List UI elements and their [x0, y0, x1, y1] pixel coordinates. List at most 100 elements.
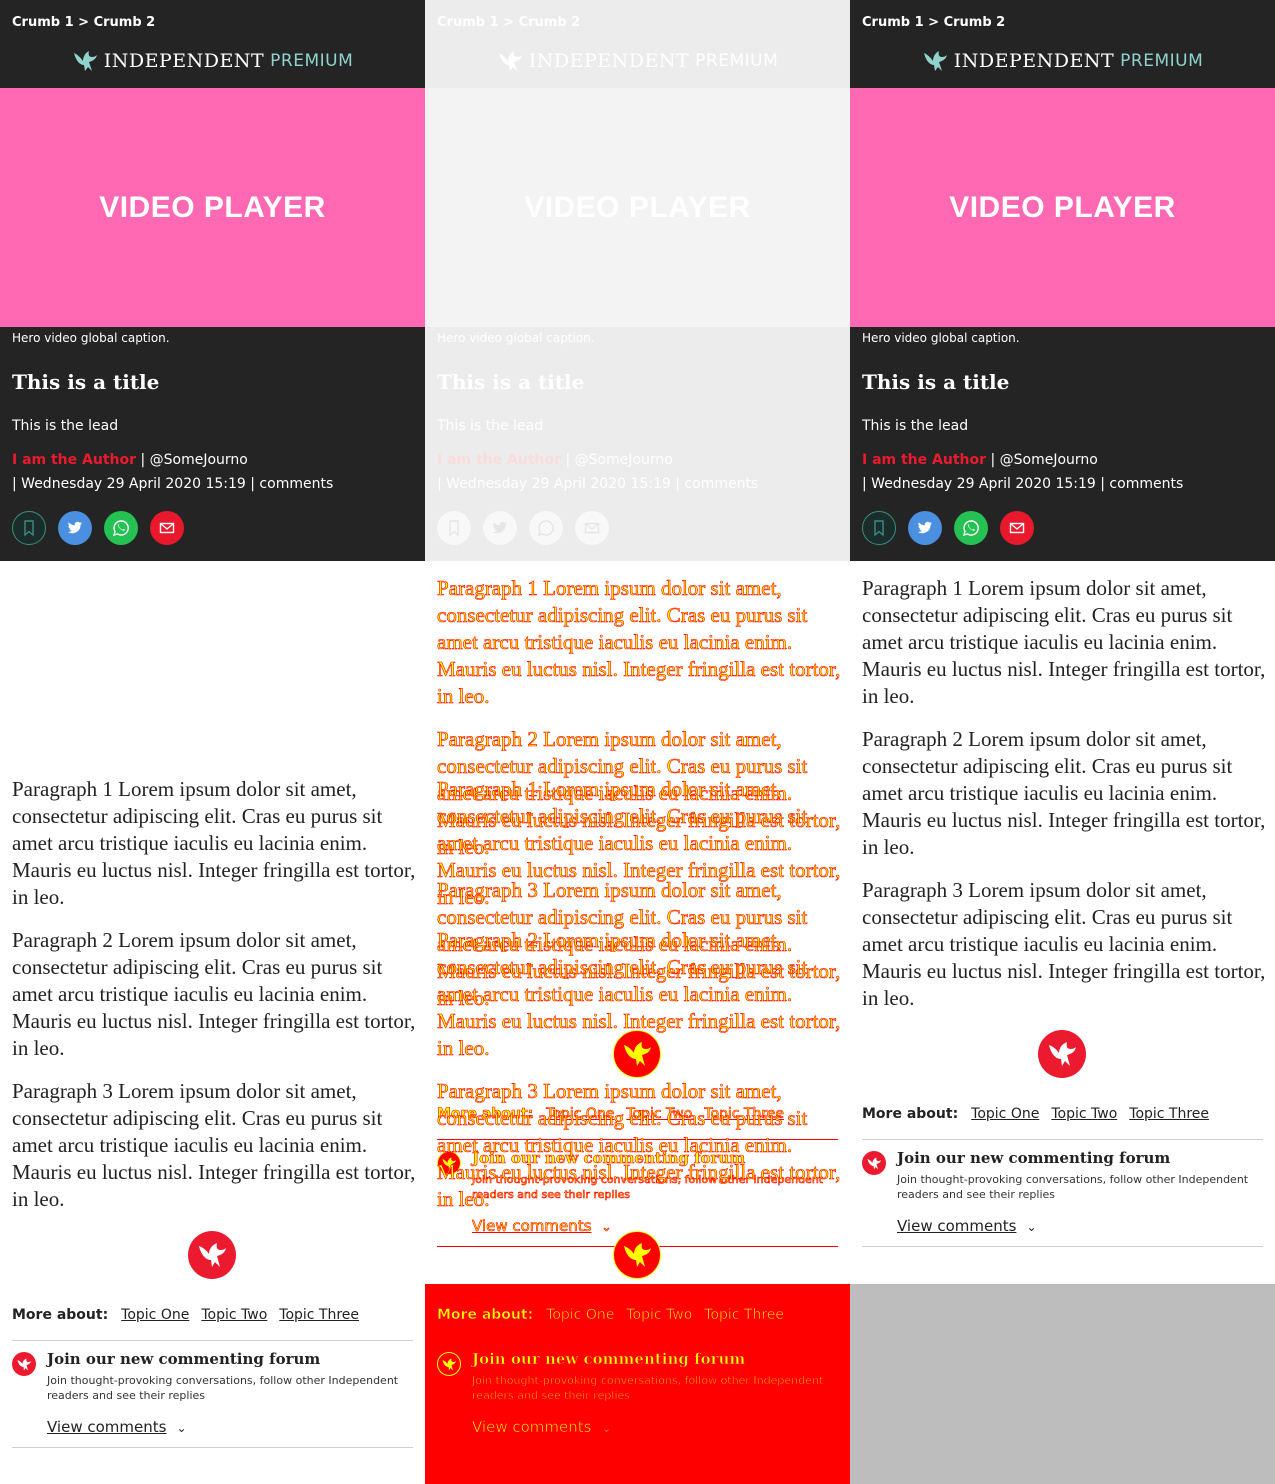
view-comments-button[interactable]: View comments ⌄: [472, 1217, 612, 1236]
video-player-label: VIDEO PLAYER: [524, 190, 751, 224]
view-comments-label: View comments: [472, 1418, 592, 1437]
topic-link-two[interactable]: Topic Two: [626, 1307, 693, 1324]
byline: I am the Author | @SomeJourno: [12, 452, 248, 468]
topic-link-three[interactable]: Topic Three: [279, 1307, 359, 1323]
forum-description: Join thought-provoking conversations, fo…: [897, 1173, 1249, 1201]
whatsapp-icon: [962, 520, 979, 537]
author-handle[interactable]: @SomeJourno: [150, 452, 248, 468]
more-about-label: More about:: [12, 1307, 109, 1323]
video-caption: Hero video global caption.: [862, 331, 1020, 345]
article-paragraph-1: Paragraph 1 Lorem ipsum dolor sit amet, …: [12, 777, 416, 909]
byline-separator: |: [561, 452, 575, 468]
chevron-down-icon: ⌄: [176, 1421, 187, 1435]
video-player[interactable]: VIDEO PLAYER: [425, 88, 850, 327]
author-link[interactable]: I am the Author: [862, 452, 986, 468]
author-link[interactable]: I am the Author: [437, 452, 561, 468]
share-whatsapp-button[interactable]: [529, 511, 563, 545]
article-lead: This is the lead: [862, 418, 969, 434]
article-lead: This is the lead: [437, 418, 544, 434]
view-comments-button[interactable]: View comments ⌄: [472, 1418, 612, 1437]
logo-wordmark: INDEPENDENT: [103, 50, 265, 72]
article-paragraph-3: Paragraph 3 Lorem ipsum dolor sit amet, …: [12, 1079, 416, 1211]
whatsapp-icon: [112, 520, 129, 537]
topic-link-one[interactable]: Topic One: [546, 1307, 615, 1324]
eagle-emblem-icon: [613, 1231, 661, 1279]
bookmark-icon: [874, 520, 884, 537]
article-header: Crumb 1 > Crumb 2 INDEPENDENT PREMIUM VI…: [850, 0, 1275, 561]
author-link[interactable]: I am the Author: [12, 452, 136, 468]
bookmark-button[interactable]: [437, 511, 471, 545]
article-paragraph-2: Paragraph 2 Lorem ipsum dolor sit amet, …: [12, 928, 416, 1060]
breadcrumb[interactable]: Crumb 1 > Crumb 2: [862, 15, 1005, 30]
author-handle[interactable]: @SomeJourno: [575, 452, 673, 468]
view-comments-button[interactable]: View comments ⌄: [47, 1418, 187, 1436]
share-whatsapp-button[interactable]: [104, 511, 138, 545]
bookmark-icon: [24, 520, 34, 537]
video-player[interactable]: VIDEO PLAYER: [850, 88, 1275, 327]
topic-link-three[interactable]: Topic Three: [1129, 1106, 1209, 1122]
eagle-icon: [498, 51, 522, 71]
twitter-icon: [67, 521, 82, 534]
forum-title: Join our new commenting forum: [897, 1149, 1171, 1167]
article-date-line: | Wednesday 29 April 2020 15:19 | commen…: [12, 476, 334, 492]
share-twitter-button[interactable]: [483, 511, 517, 545]
topic-link-one[interactable]: Topic One: [121, 1307, 189, 1323]
bookmark-button[interactable]: [12, 511, 46, 545]
more-about: More about: Topic One Topic Two Topic Th…: [862, 1106, 1209, 1122]
share-twitter-button[interactable]: [908, 511, 942, 545]
author-handle[interactable]: @SomeJourno: [1000, 452, 1098, 468]
view-comments-button[interactable]: View comments ⌄: [897, 1217, 1037, 1235]
site-logo[interactable]: INDEPENDENT PREMIUM: [850, 46, 1275, 76]
article-paragraph-1: Paragraph 1 Lorem ipsum dolor sit amet, …: [862, 576, 1266, 708]
eagle-icon: [73, 51, 97, 71]
share-email-button[interactable]: [150, 511, 184, 545]
byline: I am the Author | @SomeJourno: [437, 452, 673, 468]
email-icon: [1009, 522, 1025, 534]
video-player[interactable]: VIDEO PLAYER: [0, 88, 425, 327]
view-comments-label: View comments: [472, 1217, 592, 1236]
topic-link-one[interactable]: Topic One: [971, 1106, 1039, 1122]
video-player-label: VIDEO PLAYER: [99, 190, 326, 224]
article-header: Crumb 1 > Crumb 2 INDEPENDENT PREMIUM VI…: [425, 0, 850, 561]
twitter-icon: [917, 521, 932, 534]
topic-link-three[interactable]: Topic Three: [704, 1307, 784, 1324]
share-email-button[interactable]: [1000, 511, 1034, 545]
whatsapp-icon: [537, 520, 554, 537]
eagle-icon: [923, 51, 947, 71]
forum-divider-top: [12, 1340, 413, 1341]
video-player-label: VIDEO PLAYER: [949, 190, 1176, 224]
site-logo[interactable]: INDEPENDENT PREMIUM: [0, 46, 425, 76]
forum-title: Join our new commenting forum: [47, 1350, 321, 1368]
more-about-label: More about:: [437, 1307, 534, 1324]
topic-link-two[interactable]: Topic Two: [201, 1307, 267, 1323]
article-title: This is a title: [437, 370, 585, 394]
article-title: This is a title: [862, 370, 1010, 394]
byline: I am the Author | @SomeJourno: [862, 452, 1098, 468]
share-whatsapp-button[interactable]: [954, 511, 988, 545]
share-twitter-button[interactable]: [58, 511, 92, 545]
forum-description: Join thought-provoking conversations, fo…: [47, 1374, 399, 1402]
article-column-1: Crumb 1 > Crumb 2 INDEPENDENT PREMIUM VI…: [0, 0, 425, 1484]
byline-separator: |: [986, 452, 1000, 468]
article-date-line: | Wednesday 29 April 2020 15:19 | commen…: [437, 476, 759, 492]
email-icon: [159, 522, 175, 534]
chevron-down-icon: ⌄: [601, 1421, 612, 1436]
share-bar: [12, 511, 184, 545]
video-caption: Hero video global caption.: [437, 331, 595, 345]
article-header: Crumb 1 > Crumb 2 INDEPENDENT PREMIUM VI…: [0, 0, 425, 561]
forum-divider-bottom: [862, 1246, 1263, 1247]
logo-wordmark: INDEPENDENT: [953, 50, 1115, 72]
breadcrumb[interactable]: Crumb 1 > Crumb 2: [12, 15, 155, 30]
bookmark-icon: [449, 520, 459, 537]
share-email-button[interactable]: [575, 511, 609, 545]
view-comments-label: View comments: [897, 1217, 1017, 1235]
breadcrumb[interactable]: Crumb 1 > Crumb 2: [437, 15, 580, 30]
bookmark-button[interactable]: [862, 511, 896, 545]
eagle-emblem-icon: [188, 1231, 236, 1279]
chevron-down-icon: ⌄: [1026, 1220, 1037, 1234]
eagle-emblem-icon: [1038, 1030, 1086, 1078]
forum-divider-bottom: [12, 1447, 413, 1448]
topic-link-two[interactable]: Topic Two: [1051, 1106, 1117, 1122]
site-logo[interactable]: INDEPENDENT PREMIUM: [425, 46, 850, 76]
chevron-down-icon: ⌄: [601, 1220, 612, 1235]
